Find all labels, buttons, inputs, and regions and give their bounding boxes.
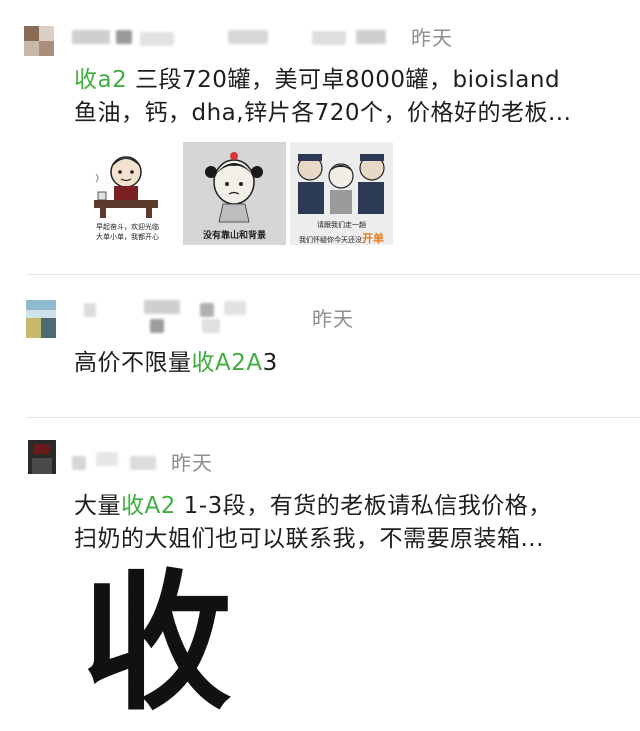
post-text: 大量收A2 1-3段，有货的老板请私信我价格， 扫奶的大姐们也可以联系我，不需要…	[74, 493, 552, 552]
avatar[interactable]	[24, 26, 54, 56]
avatar[interactable]	[28, 440, 56, 474]
keyword-highlight[interactable]: 收A2A	[192, 350, 263, 376]
moment-post-1: 昨天 收a2 三段720罐，美可卓8000罐，bioisland 鱼油，钙，dh…	[0, 0, 640, 272]
post-image-3[interactable]: 请跟我们走一趟 我们怀疑你今天还没开单	[290, 142, 393, 245]
avatar[interactable]	[26, 300, 56, 338]
moment-post-3: 昨天 大量收A2 1-3段，有货的老板请私信我价格， 扫奶的大姐们也可以联系我，…	[0, 418, 640, 718]
large-text-image[interactable]: 收	[82, 568, 232, 718]
image-caption: 大单小单，我都开心	[96, 233, 159, 241]
image-caption: 请跟我们走一趟	[317, 221, 366, 229]
post-text: 收a2 三段720罐，美可卓8000罐，bioisland 鱼油，钙，dha,锌…	[74, 67, 572, 126]
post-timestamp: 昨天	[312, 307, 354, 331]
image-caption: 我们怀疑你今天还没开单	[299, 232, 384, 245]
post-timestamp: 昨天	[411, 26, 453, 50]
moment-post-2: 昨天 高价不限量收A2A3	[0, 275, 640, 415]
keyword-highlight[interactable]: 收a2	[74, 67, 127, 93]
post-text: 高价不限量收A2A3	[74, 350, 278, 376]
keyword-highlight[interactable]: 收A2	[121, 493, 176, 519]
image-caption: 早起奋斗，欢迎光临	[96, 223, 159, 231]
post-image-1[interactable]: 早起奋斗，欢迎光临 大单小单，我都开心	[76, 142, 179, 245]
image-caption: 没有靠山和背景	[202, 231, 266, 241]
post-image-2[interactable]: 没有靠山和背景	[183, 142, 286, 245]
post-timestamp: 昨天	[171, 451, 213, 475]
